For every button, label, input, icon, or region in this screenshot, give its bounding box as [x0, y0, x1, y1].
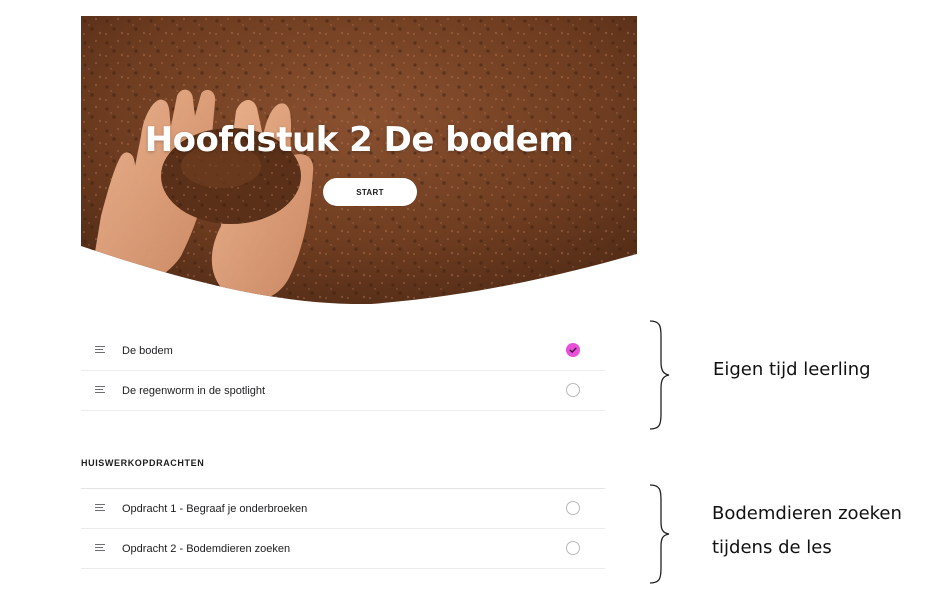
homework-row-opdracht-2[interactable]: Opdracht 2 - Bodemdieren zoeken — [81, 529, 605, 569]
page-title: Hoofdstuk 2 De bodem — [144, 120, 574, 160]
annotation-line-2: tijdens de les — [712, 537, 832, 558]
annotation-own-time: Eigen tijd leerling — [713, 359, 871, 380]
homework-label: Opdracht 1 - Begraaf je onderbroeken — [122, 502, 308, 515]
lines-icon — [95, 386, 105, 394]
annotation-line-1: Bodemdieren zoeken — [712, 503, 902, 524]
circle-outline-icon — [566, 541, 580, 555]
annotation-class-time: Bodemdieren zoeken tijdens de les — [712, 497, 902, 565]
homework-list: Opdracht 1 - Begraaf je onderbroeken Opd… — [81, 488, 605, 569]
soil-hands-image — [81, 16, 637, 304]
lines-icon — [95, 346, 105, 354]
lines-icon — [95, 504, 105, 512]
circle-outline-icon — [566, 383, 580, 397]
lesson-label: De bodem — [122, 344, 173, 357]
hero-banner: Hoofdstuk 2 De bodem START — [81, 16, 637, 304]
curly-brace-icon — [649, 320, 670, 430]
lesson-row-de-bodem[interactable]: De bodem — [81, 331, 605, 371]
lesson-list: De bodem De regenworm in de spotlight — [81, 331, 605, 411]
homework-row-opdracht-1[interactable]: Opdracht 1 - Begraaf je onderbroeken — [81, 488, 605, 529]
start-button[interactable]: START — [323, 178, 417, 206]
curly-brace-icon — [649, 484, 670, 584]
lines-icon — [95, 544, 105, 552]
homework-label: Opdracht 2 - Bodemdieren zoeken — [122, 542, 291, 555]
lesson-label: De regenworm in de spotlight — [122, 384, 266, 397]
circle-outline-icon — [566, 501, 580, 515]
check-icon — [566, 343, 580, 357]
homework-heading: HUISWERKOPDRACHTEN — [81, 458, 205, 468]
lesson-row-regenworm[interactable]: De regenworm in de spotlight — [81, 371, 605, 411]
